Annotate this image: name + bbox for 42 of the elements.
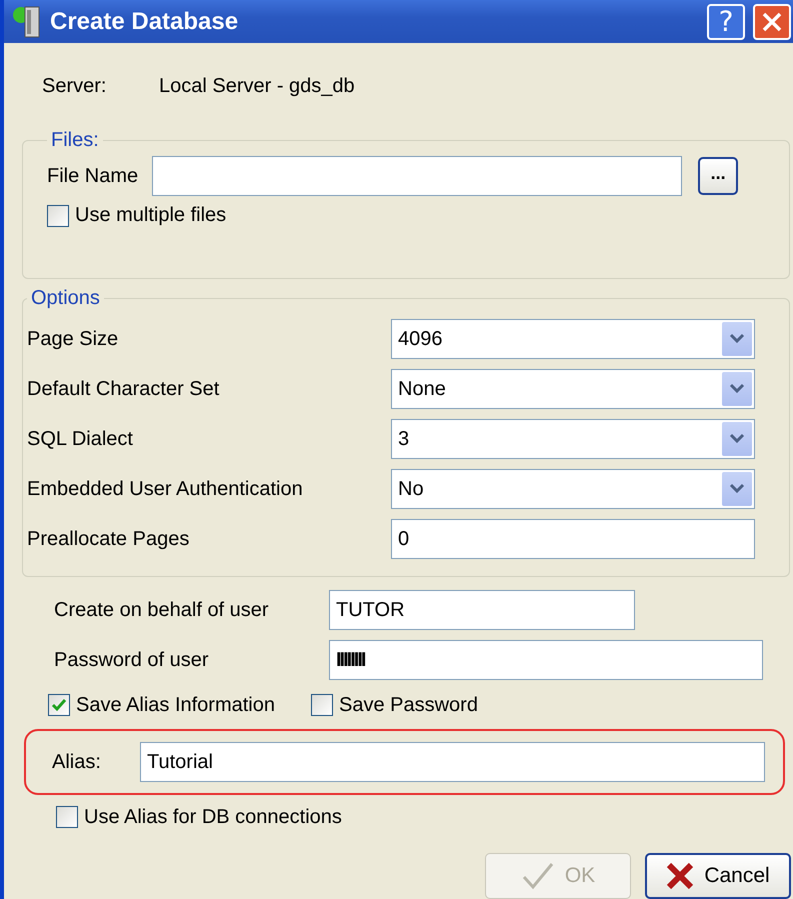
file-name-field[interactable] bbox=[152, 156, 682, 196]
field-label: SQL Dialect bbox=[27, 428, 134, 450]
field-label: Password of user bbox=[54, 648, 210, 672]
field-label: Page Size bbox=[27, 328, 120, 350]
dropdown[interactable]: 3 bbox=[391, 419, 755, 459]
input-field[interactable]: TUTOR bbox=[329, 590, 635, 630]
dropdown[interactable]: No bbox=[391, 469, 755, 509]
checkmark-icon bbox=[520, 861, 555, 891]
database-server-icon bbox=[12, 4, 42, 40]
alias-field[interactable]: Tutorial bbox=[140, 742, 765, 782]
group-title: Files: bbox=[50, 129, 100, 152]
browse-button[interactable]: ... bbox=[698, 157, 738, 195]
chevron-down-icon bbox=[729, 333, 745, 345]
checkbox-label: Use Alias for DB connections bbox=[84, 806, 342, 828]
window-title: Create Database bbox=[50, 8, 240, 36]
dropdown[interactable]: 4096 bbox=[391, 319, 755, 359]
server-value: Local Server - gds_db bbox=[159, 74, 355, 98]
field-label: Create on behalf of user bbox=[54, 598, 270, 622]
chevron-down-icon bbox=[729, 383, 745, 395]
field-label: Embedded User Authentication bbox=[27, 478, 304, 500]
checkbox-label: Save Alias Information bbox=[76, 694, 275, 716]
x-icon bbox=[666, 862, 694, 890]
field-label: Default Character Set bbox=[27, 378, 220, 400]
checkbox[interactable] bbox=[56, 806, 78, 828]
checkbox[interactable] bbox=[48, 694, 70, 716]
checkbox[interactable] bbox=[47, 204, 69, 226]
help-button[interactable]: ? bbox=[707, 4, 745, 40]
checkbox-label: Use multiple files bbox=[75, 204, 226, 227]
chevron-down-icon bbox=[729, 433, 745, 445]
checkbox[interactable] bbox=[311, 694, 333, 716]
field-label: File Name bbox=[47, 164, 138, 188]
server-label: Server: bbox=[42, 74, 108, 98]
input-field[interactable]: IIIIIIII bbox=[329, 640, 763, 680]
checkbox-label: Save Password bbox=[339, 694, 478, 716]
field-label: Preallocate Pages bbox=[27, 528, 190, 550]
dropdown[interactable]: None bbox=[391, 369, 755, 409]
close-button[interactable] bbox=[753, 4, 791, 40]
field-label: Alias: bbox=[52, 750, 102, 774]
chevron-down-icon bbox=[729, 483, 745, 495]
input-field[interactable]: 0 bbox=[391, 519, 755, 559]
group-title: Options bbox=[30, 287, 101, 310]
cancel-button[interactable]: Cancel bbox=[645, 853, 791, 899]
